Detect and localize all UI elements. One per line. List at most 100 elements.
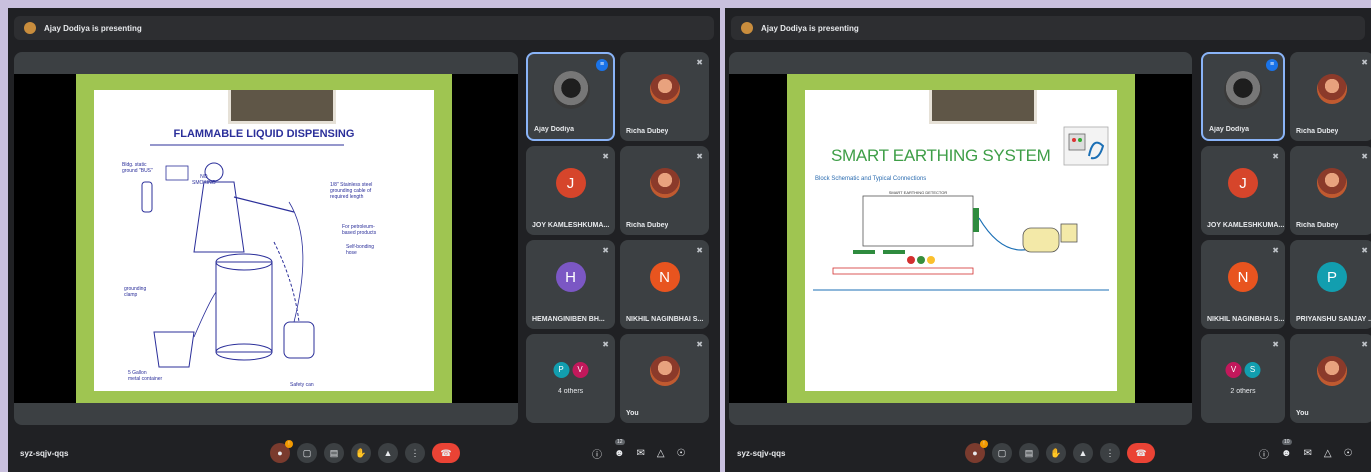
participant-tile[interactable]: ✖ J JOY KAMLESHKUMA... bbox=[526, 146, 615, 235]
camera-icon[interactable]: ▢ bbox=[297, 443, 317, 463]
participant-tile[interactable]: ✖ Richa Dubey bbox=[620, 146, 709, 235]
avatar bbox=[1317, 168, 1347, 199]
chat-icon[interactable]: ✉ bbox=[637, 448, 645, 459]
present-icon[interactable]: ▲ bbox=[1073, 443, 1093, 463]
mic-muted-icon: ✖ bbox=[1272, 340, 1279, 349]
host-controls-icon[interactable]: ☉ bbox=[677, 448, 686, 459]
activities-icon[interactable]: △ bbox=[1324, 448, 1332, 459]
raise-hand-icon[interactable]: ✋ bbox=[351, 443, 371, 463]
activities-icon[interactable]: △ bbox=[657, 448, 665, 459]
presentation-stage[interactable]: FLAMMABLE LIQUID DISPENSING Bldg. static… bbox=[14, 52, 518, 425]
others-avatars: VS bbox=[1225, 361, 1261, 378]
speaking-indicator-icon: ≡ bbox=[1266, 59, 1278, 71]
side-controls: ⓘ ☻ 10 ✉ △ ☉ bbox=[1259, 438, 1353, 461]
slide-label: Bldg. static ground "BUS" bbox=[122, 162, 153, 174]
participant-name: HEMANGINIBEN BH... bbox=[532, 316, 605, 323]
call-controls: ●! ▢ ▤ ✋ ▲ ⋮ ☎ bbox=[965, 440, 1155, 463]
participant-name: You bbox=[1296, 410, 1309, 417]
participant-name: NIKHIL NAGINBHAI S... bbox=[626, 316, 704, 323]
people-icon[interactable]: ☻ 10 bbox=[1281, 438, 1292, 459]
block-schematic: SMART EARTHING DETECTOR bbox=[813, 190, 1109, 291]
avatar bbox=[551, 70, 590, 109]
chat-icon[interactable]: ✉ bbox=[1304, 448, 1312, 459]
more-options-icon[interactable]: ⋮ bbox=[405, 443, 425, 463]
mic-muted-icon: ✖ bbox=[1361, 340, 1368, 349]
participant-tile[interactable]: ✖ Richa Dubey bbox=[1290, 52, 1371, 141]
call-controls: ●! ▢ ▤ ✋ ▲ ⋮ ☎ bbox=[270, 440, 460, 463]
camera-icon[interactable]: ▢ bbox=[992, 443, 1012, 463]
avatar bbox=[649, 74, 680, 105]
slide-label: 1/8" Stainless steel grounding cable of … bbox=[330, 182, 373, 200]
speaking-indicator-icon: ≡ bbox=[596, 59, 608, 71]
participant-tile[interactable]: ✖ Richa Dubey bbox=[620, 52, 709, 141]
participant-grid: ≡ Ajay Dodiya ✖ Richa Dubey ✖ J JOY KAMLESHKUM… bbox=[526, 52, 709, 423]
presenting-banner: Ajay Dodiya is presenting bbox=[14, 16, 714, 40]
slide-label: NO SMOKING bbox=[192, 174, 216, 186]
participant-tile[interactable]: ≡ Ajay Dodiya bbox=[526, 52, 615, 141]
mic-muted-icon: ✖ bbox=[1361, 152, 1368, 161]
mic-off-icon[interactable]: ●! bbox=[965, 440, 988, 463]
presentation-stage[interactable]: SMART EARTHING SYSTEM Block Schematic an… bbox=[729, 52, 1192, 425]
mic-muted-icon: ✖ bbox=[696, 340, 703, 349]
participant-tile[interactable]: ✖ Richa Dubey bbox=[1290, 146, 1371, 235]
avatar: N bbox=[1228, 262, 1258, 293]
participant-count: 12 bbox=[615, 438, 625, 445]
participant-tile[interactable]: ✖ P V 4 others bbox=[526, 334, 615, 423]
avatar: P bbox=[1317, 262, 1347, 293]
presenting-text: Ajay Dodiya is presenting bbox=[44, 23, 142, 33]
avatar bbox=[649, 168, 680, 199]
info-icon[interactable]: ⓘ bbox=[592, 446, 602, 461]
participant-tile[interactable]: ✖ V S 2 others bbox=[1201, 334, 1285, 423]
present-icon[interactable]: ▲ bbox=[378, 443, 398, 463]
participant-tile[interactable]: ✖ You bbox=[1290, 334, 1371, 423]
participant-tile[interactable]: ✖ N NIKHIL NAGINBHAI S... bbox=[620, 240, 709, 329]
participant-name: JOY KAMLESHKUMA... bbox=[532, 222, 610, 229]
participant-name: 2 others bbox=[1230, 388, 1256, 395]
meeting-code[interactable]: syz-sqjv-qqs bbox=[20, 449, 68, 458]
presenting-text: Ajay Dodiya is presenting bbox=[761, 23, 859, 33]
mic-muted-icon: ✖ bbox=[696, 58, 703, 67]
mic-muted-icon: ✖ bbox=[602, 152, 609, 161]
participant-name: Richa Dubey bbox=[1296, 222, 1339, 229]
slide: SMART EARTHING SYSTEM Block Schematic an… bbox=[787, 74, 1135, 403]
participant-name: JOY KAMLESHKUMA... bbox=[1207, 222, 1285, 229]
captions-icon[interactable]: ▤ bbox=[1019, 443, 1039, 463]
avatar: S bbox=[1244, 361, 1261, 378]
participant-tile[interactable]: ✖ P PRIYANSHU SANJAY ... bbox=[1290, 240, 1371, 329]
mic-off-icon[interactable]: ●! bbox=[270, 440, 293, 463]
avatar: V bbox=[1225, 361, 1242, 378]
captions-icon[interactable]: ▤ bbox=[324, 443, 344, 463]
host-controls-icon[interactable]: ☉ bbox=[1344, 448, 1353, 459]
participant-tile[interactable]: ✖ You bbox=[620, 334, 709, 423]
participant-tile[interactable]: ✖ J JOY KAMLESHKUMA... bbox=[1201, 146, 1285, 235]
meeting-code[interactable]: syz-sqjv-qqs bbox=[737, 449, 785, 458]
presenter-avatar-icon bbox=[741, 22, 753, 34]
participant-name: Richa Dubey bbox=[626, 128, 669, 135]
info-icon[interactable]: ⓘ bbox=[1259, 446, 1269, 461]
avatar: P bbox=[553, 361, 569, 378]
avatar bbox=[1317, 356, 1347, 387]
more-options-icon[interactable]: ⋮ bbox=[1100, 443, 1120, 463]
people-icon[interactable]: ☻ 12 bbox=[614, 438, 625, 459]
participant-name: NIKHIL NAGINBHAI S... bbox=[1207, 316, 1285, 323]
end-call-icon[interactable]: ☎ bbox=[432, 443, 460, 463]
participant-name: 4 others bbox=[557, 388, 584, 395]
bottom-bar: syz-sqjv-qqs ●! ▢ ▤ ✋ ▲ ⋮ ☎ ⓘ ☻ 12 ✉ △ ☉ bbox=[8, 434, 720, 472]
raise-hand-icon[interactable]: ✋ bbox=[1046, 443, 1066, 463]
avatar: J bbox=[555, 168, 586, 199]
participant-count: 10 bbox=[1282, 438, 1292, 445]
slide-label: For petroleum- based products bbox=[342, 224, 377, 236]
participant-tile[interactable]: ✖ N NIKHIL NAGINBHAI S... bbox=[1201, 240, 1285, 329]
slide-label: Safety can bbox=[290, 382, 314, 388]
earthing-device-image bbox=[1063, 126, 1109, 166]
avatar: H bbox=[555, 262, 586, 293]
participant-tile[interactable]: ✖ H HEMANGINIBEN BH... bbox=[526, 240, 615, 329]
meet-window-right: Ajay Dodiya is presenting SMART EARTHING… bbox=[725, 8, 1371, 472]
participant-tile[interactable]: ≡ Ajay Dodiya bbox=[1201, 52, 1285, 141]
slide: FLAMMABLE LIQUID DISPENSING Bldg. static… bbox=[76, 74, 452, 403]
avatar: J bbox=[1228, 168, 1258, 199]
end-call-icon[interactable]: ☎ bbox=[1127, 443, 1155, 463]
participant-name: PRIYANSHU SANJAY ... bbox=[1296, 316, 1371, 323]
mic-muted-icon: ✖ bbox=[602, 246, 609, 255]
participant-grid: ≡ Ajay Dodiya ✖ Richa Dubey ✖ J JOY KAMLESHKUM… bbox=[1201, 52, 1371, 423]
